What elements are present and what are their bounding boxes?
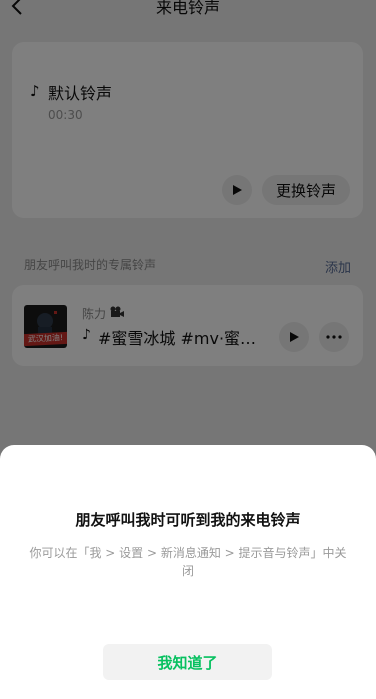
sheet-description: 你可以在「我 > 设置 > 新消息通知 > 提示音与铃声」中关闭 xyxy=(29,546,347,578)
sheet-title: 朋友呼叫我时可听到我的来电铃声 xyxy=(75,511,301,529)
info-sheet: 朋友呼叫我时可听到我的来电铃声 你可以在「我 > 设置 > 新消息通知 > 提示… xyxy=(0,445,376,699)
confirm-button[interactable]: 我知道了 xyxy=(103,644,272,680)
